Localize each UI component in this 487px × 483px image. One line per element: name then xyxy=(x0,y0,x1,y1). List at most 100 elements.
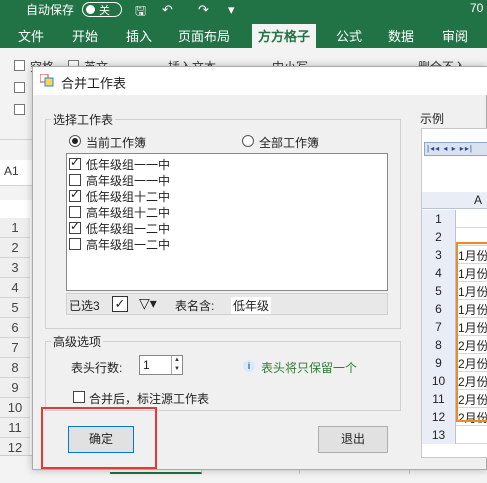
select-sheets-label: 选择工作表 xyxy=(51,111,116,128)
sheet-checkbox[interactable] xyxy=(69,174,81,186)
list-toolbar: 已选3 ✓ ▽▾ 表名含: 低年级 xyxy=(66,293,388,315)
sheet-checkbox[interactable] xyxy=(69,187,81,202)
radio-current-label: 当前工作簿 xyxy=(86,136,147,150)
autosave-label: 自动保存 xyxy=(26,3,75,17)
tab-fangfang[interactable]: 方方格子 xyxy=(252,24,317,48)
sheet-name: 高年级组一一中 xyxy=(86,174,171,188)
row-header[interactable]: 9 xyxy=(0,378,30,398)
list-item[interactable]: 高年级组一一中 xyxy=(69,172,369,188)
sheet-name: 低年级组一二中 xyxy=(86,222,171,236)
merge-sheets-dialog: 合并工作表 选择工作表 当前工作簿 全部工作簿 低年级组一一中 高年级组一一中 … xyxy=(32,66,487,470)
sheet-checkbox[interactable] xyxy=(69,206,81,218)
dialog-title: 合并工作表 xyxy=(61,76,127,91)
mark-source-label: 合并后，标注源工作表 xyxy=(89,392,210,406)
tab-home[interactable]: 开始 xyxy=(72,26,98,45)
ok-button[interactable]: 确定 xyxy=(68,426,134,453)
tab-formulas[interactable]: 公式 xyxy=(336,26,362,45)
info-icon: i xyxy=(243,360,255,372)
row-header[interactable]: 6 xyxy=(0,318,30,338)
tab-insert[interactable]: 插入 xyxy=(126,26,152,45)
tab-file[interactable]: 文件 xyxy=(18,26,44,45)
list-item[interactable]: 高年级组十二中 xyxy=(69,204,369,220)
row-header[interactable]: 3 xyxy=(0,258,30,278)
row-number: 12 xyxy=(422,408,456,426)
row-number: 8 xyxy=(422,336,456,354)
row-number: 10 xyxy=(422,372,456,390)
name-box[interactable]: A1 xyxy=(4,164,30,182)
header-rows-label: 表头行数: xyxy=(71,361,123,375)
more-icon[interactable]: ▾ xyxy=(228,2,235,18)
row-number: 7 xyxy=(422,318,456,336)
title-number: 70 xyxy=(470,1,484,15)
row-header[interactable]: 11 xyxy=(0,418,30,438)
sheet-checkbox[interactable] xyxy=(69,155,81,170)
undo-icon[interactable]: ↶ xyxy=(162,2,173,18)
row-number: 9 xyxy=(422,354,456,372)
sheet-name: 低年级组一一中 xyxy=(86,158,171,172)
sheet-name: 低年级组十二中 xyxy=(86,190,171,204)
exit-button[interactable]: 退出 xyxy=(318,426,388,453)
sheet-name: 高年级组十二中 xyxy=(86,206,171,220)
row-header[interactable]: 5 xyxy=(0,298,30,318)
preview-row: 1 xyxy=(422,210,487,228)
select-all-icon[interactable]: ✓ xyxy=(112,296,128,312)
save-icon[interactable]: 🖫 xyxy=(135,2,146,24)
spin-down-icon[interactable]: ▼ xyxy=(171,365,182,374)
sheet-name-filter-input[interactable]: 低年级 xyxy=(231,297,272,314)
list-item[interactable]: 低年级组十二中 xyxy=(69,187,369,204)
ribbon-checkbox-4[interactable] xyxy=(14,104,25,115)
sheet-name: 高年级组一二中 xyxy=(86,238,171,252)
radio-all-workbooks[interactable] xyxy=(242,135,254,147)
row-number: 3 xyxy=(422,246,456,264)
toggle-knob xyxy=(86,5,95,14)
header-rows-stepper[interactable]: 1 ▲ ▼ xyxy=(139,355,183,375)
preview-col-a: A xyxy=(474,193,483,207)
list-item[interactable]: 低年级组一二中 xyxy=(69,219,369,236)
spin-up-icon[interactable]: ▲ xyxy=(171,356,182,365)
row-number: 1 xyxy=(422,210,456,228)
advanced-options-label: 高级选项 xyxy=(51,333,104,350)
sheet-list[interactable]: 低年级组一一中 高年级组一一中 低年级组十二中 高年级组十二中 低年级组一二中 … xyxy=(66,153,388,291)
radio-current-workbook[interactable] xyxy=(69,135,81,147)
merged-range-highlight xyxy=(456,242,487,422)
redo-icon[interactable]: ↷ xyxy=(198,2,209,18)
list-item[interactable]: 高年级组一二中 xyxy=(69,236,369,252)
sheet-checkbox[interactable] xyxy=(69,219,81,234)
row-header[interactable]: 10 xyxy=(0,398,30,418)
example-preview: |◂◂ ◂ ▸ ▸▸| A 1 2 3 1月份 4 1月份 5 1月份 6 1月份 71… xyxy=(421,128,487,458)
filter-icon[interactable]: ▽▾ xyxy=(139,295,157,312)
autosave-state: 关 xyxy=(99,5,110,17)
list-item[interactable]: 低年级组一一中 xyxy=(69,155,369,172)
header-rows-value: 1 xyxy=(143,358,150,372)
dialog-titlebar[interactable]: 合并工作表 xyxy=(33,67,487,95)
selected-count: 已选3 xyxy=(69,299,100,313)
sheet-checkbox[interactable] xyxy=(69,238,81,250)
example-label: 示例 xyxy=(420,112,445,126)
ribbon-tabs: 文件 开始 插入 页面布局 方方格子 公式 数据 审阅 xyxy=(0,22,487,48)
preview-row: 13 xyxy=(422,426,487,444)
row-header[interactable]: 4 xyxy=(0,278,30,298)
app-icon xyxy=(40,74,54,87)
row-number: 2 xyxy=(422,228,456,246)
autosave-toggle[interactable]: 关 xyxy=(82,2,122,17)
tab-review[interactable]: 审阅 xyxy=(442,26,468,45)
row-number: 13 xyxy=(422,426,456,444)
header-note: 表头将只保留一个 xyxy=(261,361,358,375)
row-number: 5 xyxy=(422,282,456,300)
row-number: 4 xyxy=(422,264,456,282)
tab-data[interactable]: 数据 xyxy=(388,26,414,45)
tab-page-layout[interactable]: 页面布局 xyxy=(178,26,230,45)
mark-source-checkbox[interactable] xyxy=(73,391,85,403)
ribbon-checkbox-space[interactable] xyxy=(14,60,25,71)
row-header[interactable]: 1 xyxy=(0,218,30,238)
row-header[interactable]: 7 xyxy=(0,338,30,358)
preview-col-header: A xyxy=(422,192,487,209)
ribbon-checkbox-3[interactable] xyxy=(14,82,25,93)
row-number: 11 xyxy=(422,390,456,408)
row-header[interactable]: 2 xyxy=(0,238,30,258)
sheet-name-filter-label: 表名含: xyxy=(175,299,215,313)
excel-titlebar: 自动保存 关 🖫 ↶ ↷ ▾ 70 xyxy=(0,0,487,22)
row-header[interactable]: 8 xyxy=(0,358,30,378)
row-number: 6 xyxy=(422,300,456,318)
radio-all-label: 全部工作簿 xyxy=(259,136,320,150)
